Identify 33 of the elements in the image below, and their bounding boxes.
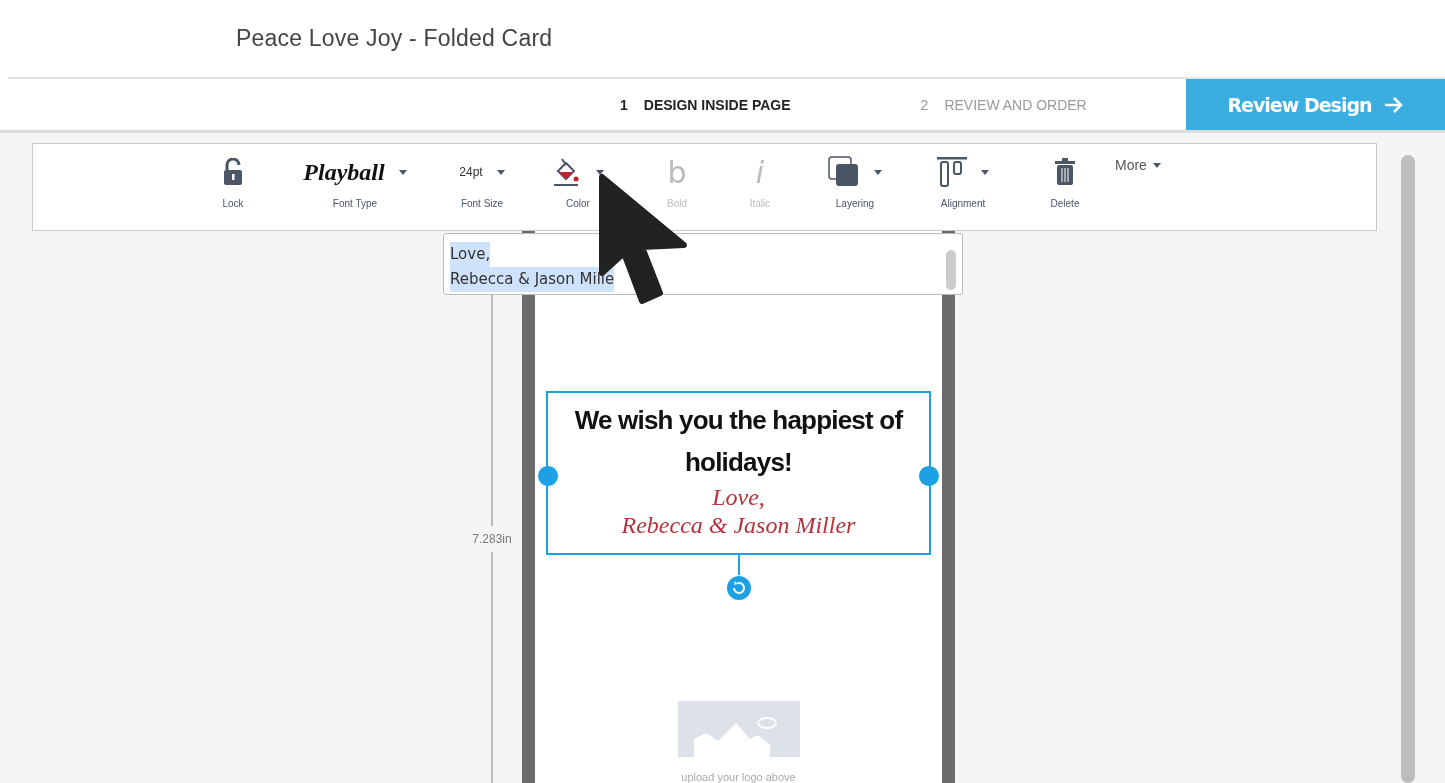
caret-icon xyxy=(981,169,989,175)
caret-icon xyxy=(596,169,604,175)
lock-button[interactable]: Lock xyxy=(203,144,263,230)
delete-button[interactable]: Delete xyxy=(1021,144,1109,230)
padlock-icon xyxy=(222,158,244,186)
logo-hint: upload your logo above xyxy=(681,771,796,783)
caret-icon xyxy=(874,169,882,175)
font-size-dropdown[interactable]: 24pt Font Size xyxy=(447,144,517,230)
step-tab[interactable]: 1 DESIGN INSIDE PAGE xyxy=(620,96,791,113)
font-type-dropdown[interactable]: Playball Font Type xyxy=(263,144,447,230)
text-editor-field[interactable]: Love, Rebecca & Jason Mille xyxy=(443,233,963,295)
color-button[interactable]: Color xyxy=(517,144,639,230)
card-headline: We wish you the happiest of holidays! xyxy=(573,404,904,479)
caret-icon xyxy=(1152,162,1161,168)
more-dropdown[interactable]: More xyxy=(1109,156,1167,174)
layers-icon xyxy=(828,156,860,188)
page-title: Peace Love Joy - Folded Card xyxy=(236,25,553,53)
trash-icon xyxy=(1055,158,1075,186)
card-signature: Love, xyxy=(712,483,765,511)
layering-button[interactable]: Layering xyxy=(805,144,905,230)
align-top-icon xyxy=(937,156,967,188)
text-selection-frame[interactable]: We wish you the happiest of holidays! Love, Rebecca & Jason Miller xyxy=(546,391,931,555)
alignment-button[interactable]: Alignment xyxy=(905,144,1021,230)
height-measurement: 7.283in xyxy=(472,531,512,548)
resize-handle[interactable] xyxy=(918,465,940,487)
arrow-right-icon xyxy=(1383,95,1404,114)
caret-icon xyxy=(398,169,407,175)
scrollbar[interactable] xyxy=(1401,155,1415,783)
caret-icon xyxy=(496,169,505,175)
resize-handle[interactable] xyxy=(537,465,559,487)
rotate-handle-icon[interactable] xyxy=(725,575,752,601)
scrollbar-thumb[interactable] xyxy=(946,250,956,290)
card-signature: Rebecca & Jason Miller xyxy=(621,511,856,539)
